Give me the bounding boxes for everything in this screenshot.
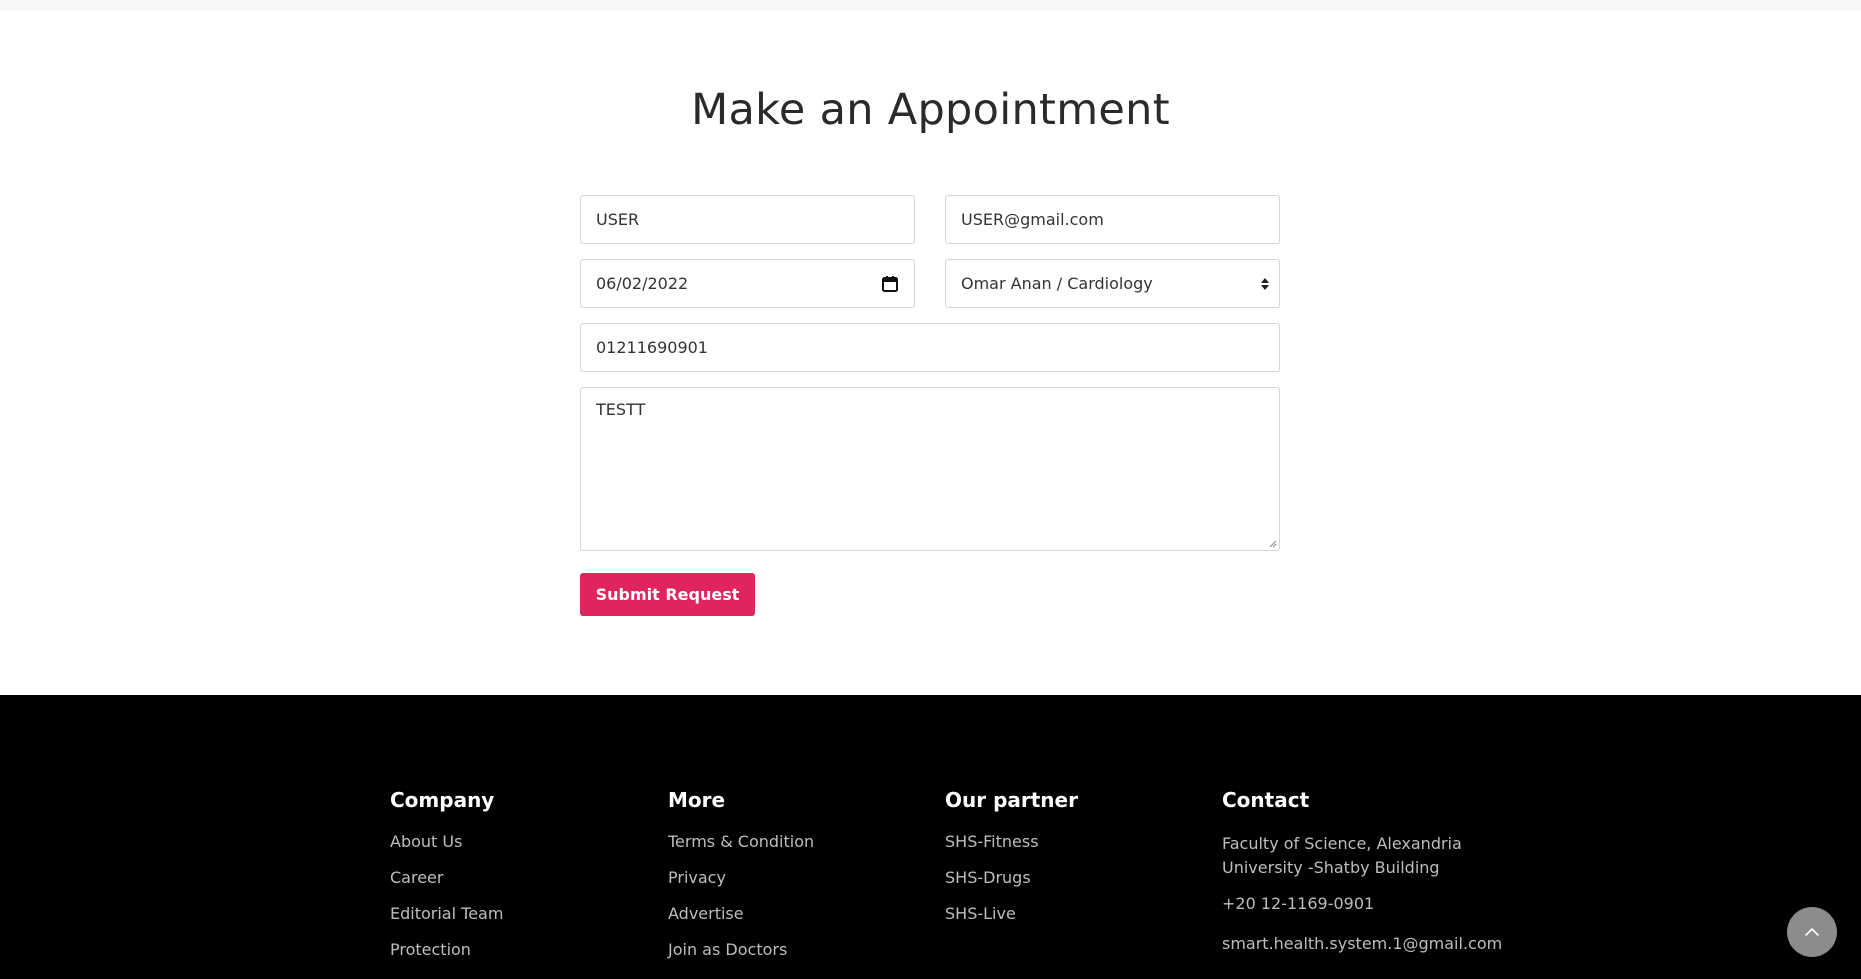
submit-request-button[interactable]: Submit Request: [580, 573, 755, 616]
footer-heading-partner: Our partner: [945, 788, 1078, 812]
top-strip: [0, 0, 1861, 11]
name-input-value: USER: [596, 210, 640, 229]
footer-link-shs-live[interactable]: SHS-Live: [945, 904, 1078, 940]
footer-partner-column: Our partner SHS-Fitness SHS-Drugs SHS-Li…: [945, 788, 1078, 940]
footer-link-join-as-doctors[interactable]: Join as Doctors: [668, 940, 814, 976]
footer-link-about-us[interactable]: About Us: [390, 832, 503, 868]
footer-link-protection[interactable]: Protection: [390, 940, 503, 976]
contact-address: Faculty of Science, Alexandria Universit…: [1222, 834, 1462, 877]
footer-link-shs-drugs[interactable]: SHS-Drugs: [945, 868, 1078, 904]
contact-phone: +20 12-1169-0901: [1222, 894, 1375, 913]
footer-link-shs-fitness[interactable]: SHS-Fitness: [945, 832, 1078, 868]
footer-link-advertise[interactable]: Advertise: [668, 904, 814, 940]
scroll-to-top-button[interactable]: [1787, 907, 1837, 957]
email-input[interactable]: USER@gmail.com: [945, 195, 1280, 244]
footer-contact-column: Contact Faculty of Science, Alexandria U…: [1222, 788, 1502, 974]
message-textarea[interactable]: TESTT: [580, 387, 1280, 551]
doctor-select[interactable]: Omar Anan / Cardiology: [945, 259, 1280, 308]
date-input[interactable]: 06/02/2022: [580, 259, 915, 308]
phone-input[interactable]: 01211690901: [580, 323, 1280, 372]
footer-link-career[interactable]: Career: [390, 868, 503, 904]
phone-input-value: 01211690901: [596, 338, 708, 357]
calendar-icon[interactable]: [881, 275, 899, 293]
name-input[interactable]: USER: [580, 195, 915, 244]
contact-email: smart.health.system.1@gmail.com: [1222, 934, 1503, 953]
footer-link-editorial-team[interactable]: Editorial Team: [390, 904, 503, 940]
footer-link-privacy[interactable]: Privacy: [668, 868, 814, 904]
footer-heading-contact: Contact: [1222, 788, 1310, 812]
footer-link-terms[interactable]: Terms & Condition: [668, 832, 814, 868]
footer-company-column: Company About Us Career Editorial Team P…: [390, 788, 503, 976]
footer-heading-company: Company: [390, 788, 495, 812]
date-input-value: 06/02/2022: [596, 274, 689, 293]
resize-grip-icon[interactable]: [1269, 540, 1277, 548]
select-arrows-icon: [1261, 277, 1269, 290]
page-title: Make an Appointment: [691, 85, 1170, 135]
chevron-up-icon: [1805, 928, 1819, 936]
message-textarea-value: TESTT: [596, 400, 646, 419]
footer-heading-more: More: [668, 788, 726, 812]
email-input-value: USER@gmail.com: [961, 210, 1104, 229]
doctor-select-value: Omar Anan / Cardiology: [961, 274, 1153, 293]
appointment-section: Make an Appointment USER USER@gmail.com …: [0, 11, 1861, 695]
footer: Company About Us Career Editorial Team P…: [0, 695, 1861, 979]
footer-more-column: More Terms & Condition Privacy Advertise…: [668, 788, 814, 976]
